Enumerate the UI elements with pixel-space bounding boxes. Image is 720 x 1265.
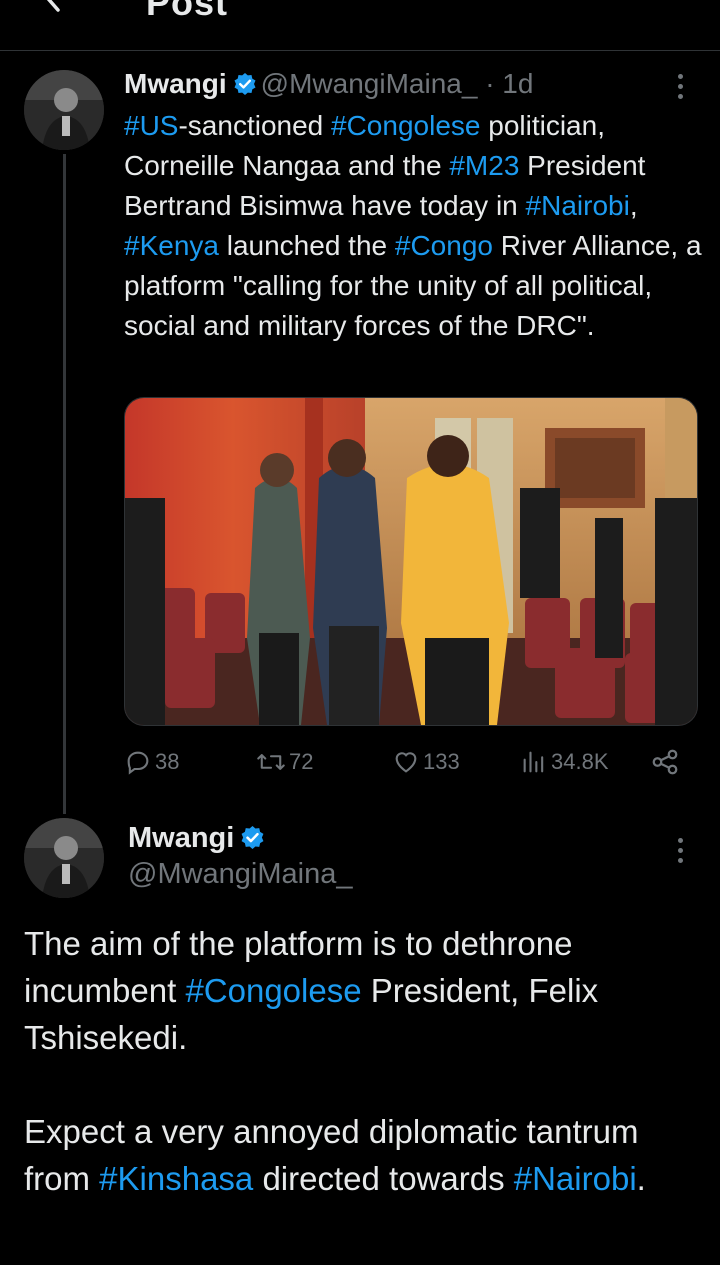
heart-icon [395, 752, 417, 773]
hashtag-link[interactable]: #Kenya [124, 230, 219, 261]
views-icon [523, 751, 544, 773]
author-handle[interactable]: @MwangiMaina_ [261, 68, 478, 99]
arrow-left-icon[interactable] [34, 0, 68, 14]
hashtag-link[interactable]: #Congo [395, 230, 493, 261]
hashtag-link[interactable]: #Kinshasa [99, 1160, 253, 1197]
more-options-icon[interactable] [677, 838, 685, 868]
thread-connector [63, 154, 66, 814]
hashtag-link[interactable]: #Congolese [185, 972, 361, 1009]
verified-badge-icon [241, 826, 264, 849]
hashtag-link[interactable]: #Nairobi [514, 1160, 637, 1197]
avatar[interactable] [24, 70, 104, 150]
views-button[interactable]: 34.8K [520, 742, 609, 782]
tweet-text: The aim of the platform is to dethrone i… [24, 920, 704, 1202]
tweet-paragraph: The aim of the platform is to dethrone i… [24, 920, 704, 1061]
repost-count: 72 [289, 749, 314, 774]
like-count: 133 [423, 749, 460, 774]
share-icon [652, 749, 678, 775]
text-segment: -sanctioned [178, 110, 332, 141]
tweet-paragraph: Expect a very annoyed diplomatic tantrum… [24, 1108, 704, 1202]
view-count: 34.8K [551, 749, 609, 774]
tweet-photo[interactable] [124, 397, 698, 726]
avatar[interactable] [24, 818, 104, 898]
author-name-row: Mwangi [128, 822, 269, 855]
hashtag-link[interactable]: #US [124, 110, 178, 141]
post-time: · 1d [485, 68, 534, 99]
like-button[interactable]: 133 [392, 742, 460, 782]
tweet-text: #US-sanctioned #Congolese politician, Co… [124, 106, 704, 346]
author-name[interactable]: Mwangi [124, 68, 227, 99]
text-segment: . [636, 1160, 646, 1197]
reply-button[interactable]: 38 [124, 742, 179, 782]
tweet-actions: 38 72 133 34.8K [124, 742, 684, 782]
reply-count: 38 [155, 749, 180, 774]
header-bar: Post [0, 0, 720, 51]
text-segment: launched the [218, 230, 395, 261]
repost-button[interactable]: 72 [256, 742, 313, 782]
hashtag-link[interactable]: #Congolese [331, 110, 480, 141]
text-segment: , [629, 190, 638, 221]
reply-icon [127, 751, 149, 775]
author-handle[interactable]: @MwangiMaina_ [128, 858, 352, 891]
tweet-header: Mwangi @MwangiMaina_ · 1d [124, 68, 533, 100]
share-button[interactable] [650, 742, 683, 782]
repost-icon [257, 754, 285, 770]
author-name[interactable]: Mwangi [128, 822, 234, 854]
hashtag-link[interactable]: #M23 [449, 150, 519, 181]
page-title: Post [146, 0, 229, 23]
verified-badge-icon [234, 73, 256, 95]
more-options-icon[interactable] [677, 74, 685, 104]
hashtag-link[interactable]: #Nairobi [526, 190, 630, 221]
text-segment: directed towards [253, 1160, 514, 1197]
